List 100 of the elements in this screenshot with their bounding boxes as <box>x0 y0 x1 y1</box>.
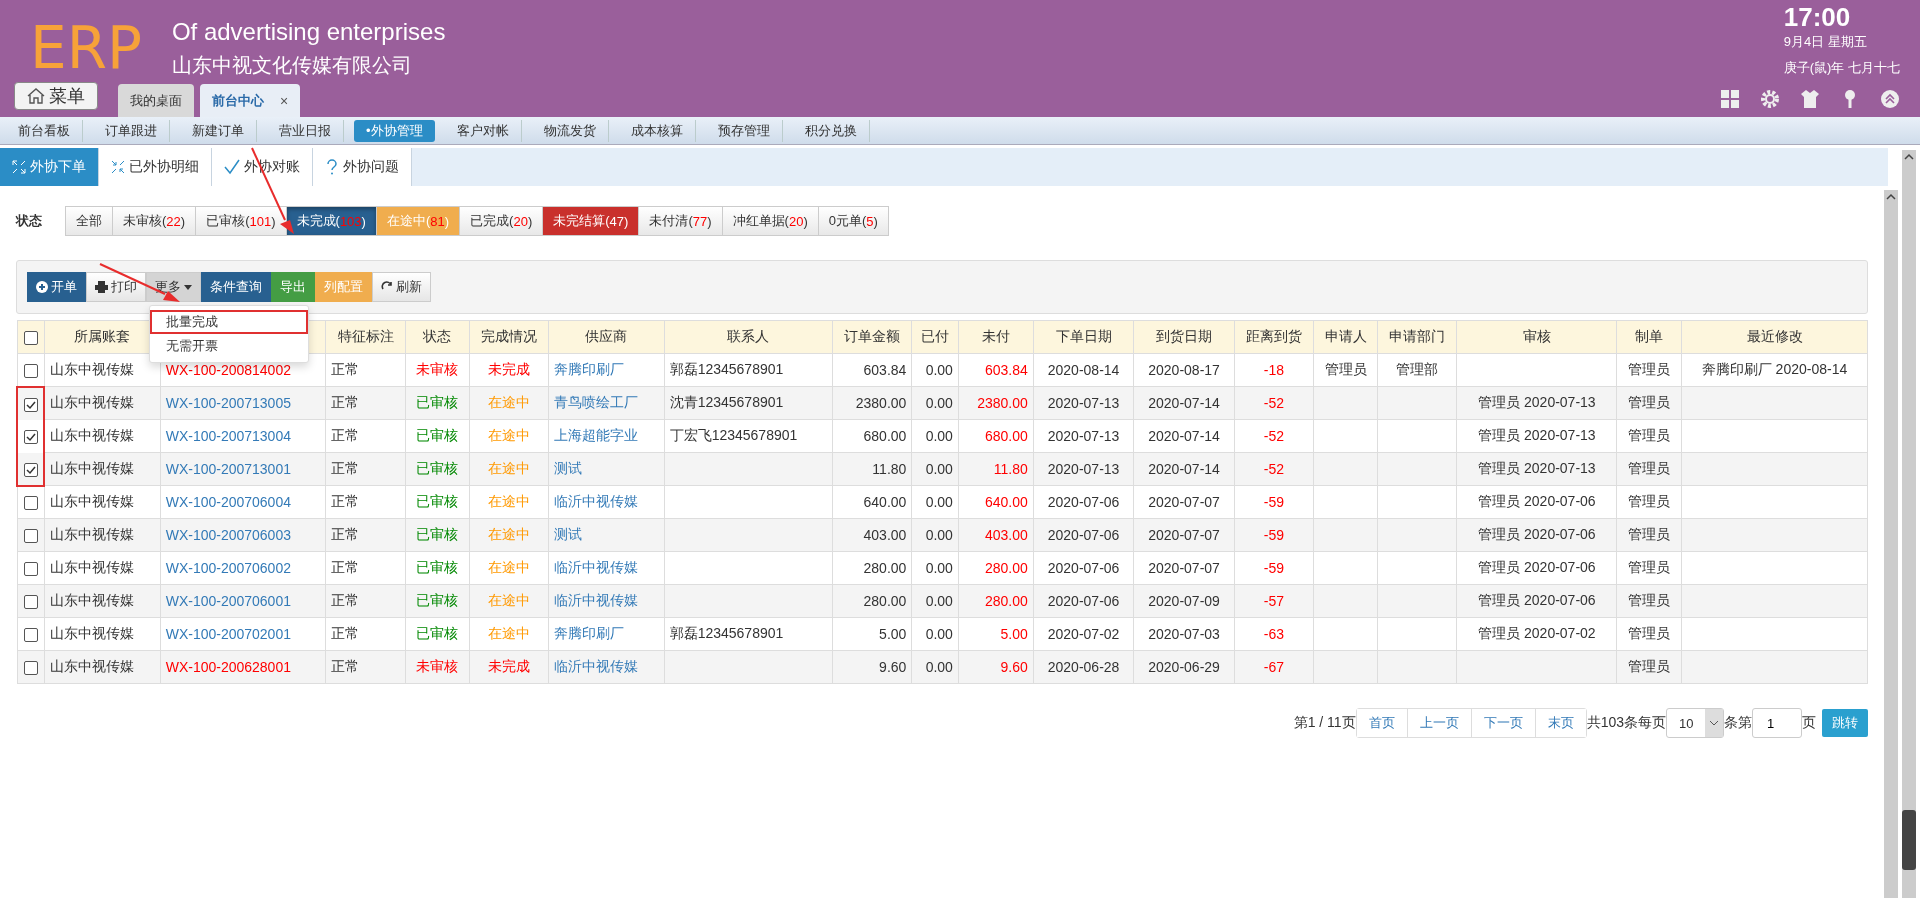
menu-button[interactable]: 菜单 <box>14 82 98 110</box>
filter-option[interactable]: 未付清(77) <box>638 206 723 236</box>
table-cell <box>1313 518 1378 552</box>
nav-item[interactable]: 物流发货 <box>531 119 609 142</box>
order-link[interactable]: WX-100-200713005 <box>160 386 326 420</box>
grid-icon[interactable] <box>1720 89 1740 109</box>
nav-item[interactable]: 成本核算 <box>618 119 696 142</box>
checkbox[interactable] <box>23 529 38 544</box>
checkbox[interactable] <box>23 363 38 378</box>
column-header: 下单日期 <box>1033 320 1134 354</box>
collapse-up-icon[interactable] <box>1880 89 1900 109</box>
filter-option[interactable]: 未完结算(47) <box>542 206 640 236</box>
supplier-link[interactable]: 临沂中视传媒 <box>548 650 665 684</box>
nav-item[interactable]: 前台看板 <box>6 119 83 142</box>
window-tab[interactable]: 我的桌面 <box>118 84 194 117</box>
table-cell: 山东中视传媒 <box>44 452 161 486</box>
supplier-link[interactable]: 测试 <box>548 518 665 552</box>
supplier-link[interactable]: 奔腾印刷厂 <box>548 617 665 651</box>
page-button[interactable]: 首页 <box>1356 709 1408 737</box>
toolbar-button[interactable]: 更多 <box>146 272 201 302</box>
toolbar-button[interactable]: 刷新 <box>372 272 431 302</box>
table-cell: 山东中视传媒 <box>44 386 161 420</box>
nav-item[interactable]: 订单跟进 <box>93 119 170 142</box>
order-link[interactable]: WX-100-200814002 <box>160 353 326 387</box>
checkbox[interactable] <box>23 331 38 346</box>
order-link[interactable]: WX-100-200713004 <box>160 419 326 453</box>
toolbar-button[interactable]: 导出 <box>271 272 315 302</box>
order-link[interactable]: WX-100-200706004 <box>160 485 326 519</box>
menu-item[interactable]: 批量完成 <box>150 310 308 334</box>
order-link[interactable]: WX-100-200713001 <box>160 452 326 486</box>
checkbox[interactable] <box>23 628 38 643</box>
settings-icon[interactable] <box>1760 89 1780 109</box>
page-input[interactable]: 1 <box>1752 708 1802 738</box>
checkbox[interactable] <box>23 397 38 412</box>
table-cell: 正常 <box>326 518 406 552</box>
supplier-link[interactable]: 临沂中视传媒 <box>548 551 665 585</box>
nav-item[interactable]: 营业日报 <box>267 119 344 142</box>
checkbox[interactable] <box>23 430 38 445</box>
page-size-select[interactable]: 10 <box>1666 708 1724 738</box>
nav-item[interactable]: 积分兑换 <box>792 119 870 142</box>
table-cell: 管理员 <box>1616 419 1682 453</box>
order-link[interactable]: WX-100-200706003 <box>160 518 326 552</box>
shirt-icon[interactable] <box>1800 89 1820 109</box>
filter-option[interactable]: 未审核(22) <box>112 206 197 236</box>
scrollbar-drawing[interactable] <box>1884 150 1918 898</box>
filter-option[interactable]: 全部 <box>65 206 113 236</box>
supplier-link[interactable]: 奔腾印刷厂 <box>548 353 665 387</box>
sub-tab[interactable]: 外协问题 <box>313 148 412 186</box>
progress-cell: 在途中 <box>469 452 549 486</box>
nav-item[interactable]: 客户对帐 <box>444 119 522 142</box>
supplier-link[interactable]: 上海超能字业 <box>548 419 665 453</box>
table-cell: 2020-07-07 <box>1133 485 1235 519</box>
table-cell: 2020-07-14 <box>1133 386 1235 420</box>
toolbar-button[interactable]: 条件查询 <box>201 272 271 302</box>
close-icon[interactable]: × <box>280 92 289 109</box>
logo: ERP <box>30 18 142 78</box>
filter-option[interactable]: 冲红单据(20) <box>721 206 819 236</box>
page-label: 页 <box>1802 714 1816 732</box>
nav-item[interactable]: •外协管理 <box>354 119 435 142</box>
filter-option[interactable]: 未完成(103) <box>285 206 377 236</box>
sub-tab[interactable]: 已外协明细 <box>99 148 212 186</box>
sub-tab[interactable]: 外协下单 <box>0 148 99 186</box>
toolbar-button[interactable]: 打印 <box>86 272 146 302</box>
table-cell <box>1313 419 1378 453</box>
table-cell: 603.84 <box>958 353 1034 387</box>
order-link[interactable]: WX-100-200706001 <box>160 584 326 618</box>
column-header: 申请部门 <box>1377 320 1457 354</box>
progress-cell: 在途中 <box>469 551 549 585</box>
filter-option[interactable]: 0元单(5) <box>817 206 889 236</box>
order-link[interactable]: WX-100-200702001 <box>160 617 326 651</box>
order-link[interactable]: WX-100-200628001 <box>160 650 326 684</box>
checkbox[interactable] <box>23 562 38 577</box>
supplier-link[interactable]: 临沂中视传媒 <box>548 584 665 618</box>
table-cell: 2020-07-06 <box>1033 518 1134 552</box>
table-cell: 2020-07-03 <box>1133 617 1235 651</box>
table-cell: 郭磊12345678901 <box>664 617 833 651</box>
checkbox[interactable] <box>23 595 38 610</box>
checkbox[interactable] <box>23 462 38 477</box>
checkbox[interactable] <box>23 496 38 511</box>
window-tab[interactable]: 前台中心 × <box>200 84 301 117</box>
progress-cell: 未完成 <box>469 353 549 387</box>
table-cell: 山东中视传媒 <box>44 584 161 618</box>
column-header: 未付 <box>958 320 1034 354</box>
filter-option[interactable]: 已审核(101) <box>195 206 287 236</box>
order-link[interactable]: WX-100-200706002 <box>160 551 326 585</box>
table-cell: 正常 <box>326 584 406 618</box>
progress-cell: 在途中 <box>469 518 549 552</box>
caret-icon <box>184 284 192 290</box>
supplier-link[interactable]: 临沂中视传媒 <box>548 485 665 519</box>
supplier-link[interactable]: 测试 <box>548 452 665 486</box>
toolbar-button[interactable]: 开单 <box>27 272 86 302</box>
nav-item[interactable]: 新建订单 <box>180 119 257 142</box>
supplier-link[interactable]: 青鸟喷绘工厂 <box>548 386 665 420</box>
table-cell: 0.00 <box>911 452 959 486</box>
filter-option[interactable]: 已完成(20) <box>459 206 544 236</box>
progress-cell: 在途中 <box>469 485 549 519</box>
checkbox[interactable] <box>23 661 38 676</box>
lunar-date: 庚子(鼠)年 七月十七 <box>1783 59 1900 77</box>
nav-item[interactable]: 预存管理 <box>705 119 783 142</box>
table-cell: 山东中视传媒 <box>44 551 161 585</box>
